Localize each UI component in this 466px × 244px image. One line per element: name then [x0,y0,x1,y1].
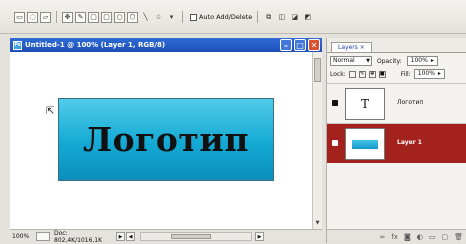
document-title: Untitled-1 @ 100% (Layer 1, RGB/8) [25,41,166,49]
chevron-down-icon: ▼ [366,58,370,64]
zoom-level[interactable]: 100% [10,233,36,240]
document-canvas[interactable]: ⇱ Логотип [10,52,312,229]
custom-shape-icon[interactable]: ☆ [153,12,164,23]
layer-thumbnail [345,128,385,160]
combine-icon[interactable]: ⧉ [263,12,274,23]
opacity-label: Opacity: [377,57,402,65]
vertical-scroll-thumb[interactable] [314,58,321,82]
zoom-field-icon[interactable] [36,232,50,241]
layer-mask-icon[interactable]: ◙ [404,233,411,241]
photoshop-doc-icon: Ps [13,40,22,50]
scroll-right-arrow-icon[interactable]: ▶ [255,232,264,241]
visibility-eye-icon[interactable] [332,100,338,106]
document-title-bar[interactable]: Ps Untitled-1 @ 100% (Layer 1, RGB/8) – … [10,38,322,52]
subtract-icon[interactable]: ◫ [276,12,287,23]
blend-mode-select[interactable]: Normal ▼ [330,56,372,66]
window-controls: – □ ✕ [280,39,320,51]
status-menu-arrow-icon[interactable]: ▶ [116,232,125,241]
delete-layer-icon[interactable]: 🗑 [454,233,463,241]
lock-position-icon[interactable]: ✥ [368,70,376,78]
layer-thumbnail: T [345,88,385,120]
layer-style-icon[interactable]: fx [391,233,398,241]
horizontal-scroll-thumb[interactable] [171,234,211,239]
vertical-scrollbar[interactable]: ▼ [312,52,322,229]
document-window: Ps Untitled-1 @ 100% (Layer 1, RGB/8) – … [10,38,322,244]
layer-row-layer-1[interactable]: Layer 1 [327,123,466,163]
layers-tab[interactable]: Layers × [331,42,372,52]
maximize-button[interactable]: □ [294,39,306,51]
toolbar-divider [56,11,57,23]
fill-field[interactable]: 100% ▸ [413,69,445,79]
auto-add-delete-label: Auto Add/Delete [199,13,253,21]
text-layer-icon: T [360,97,369,111]
move-icon[interactable]: ✥ [62,11,73,23]
layer-name[interactable]: Layer 1 [397,139,422,146]
horizontal-scrollbar[interactable] [140,232,252,241]
logo-text[interactable]: Логотип [83,120,249,159]
new-layer-icon[interactable]: ▢ [441,233,448,241]
polygon-icon[interactable]: ⬡ [127,11,138,23]
close-button[interactable]: ✕ [308,39,320,51]
opacity-field[interactable]: 100% ▸ [406,56,438,66]
scroll-down-arrow-icon[interactable]: ▼ [314,220,321,227]
lock-label: Lock: [330,70,346,78]
rect-select-icon[interactable]: ▭ [14,11,25,23]
arrow-right-icon: ▸ [430,57,434,64]
move-cursor-icon: ⇱ [46,106,55,117]
dropdown-arrow-icon[interactable]: ▾ [166,12,177,23]
minimize-button[interactable]: – [280,39,292,51]
blend-opacity-row: Normal ▼ Opacity: 100% ▸ [330,56,438,66]
visibility-eye-icon[interactable] [332,140,338,146]
exclude-icon[interactable]: ◩ [302,12,313,23]
layer-name[interactable]: Логотип [397,99,423,106]
new-group-icon[interactable]: ▭ [429,233,436,241]
link-layers-icon[interactable]: ∞ [380,233,386,241]
layers-panel-body: Normal ▼ Opacity: 100% ▸ Lock: ✎ ✥ ■ Fill… [327,52,466,243]
logo-shape[interactable]: Логотип [58,98,274,181]
elliptical-select-icon[interactable]: ◌ [27,11,38,23]
lock-transparent-icon[interactable] [348,70,356,78]
rectangle-shape-icon[interactable]: ▢ [88,11,99,23]
doc-size: Doc: 802,4K/1016,1K [54,229,103,244]
ellipse-shape-icon[interactable]: ○ [114,11,125,23]
layer-thumbnail-shape [352,139,378,149]
lock-all-icon[interactable]: ■ [378,70,386,78]
layers-panel-footer: ∞ fx ◙ ◐ ▭ ▢ 🗑 [327,229,466,243]
line-icon[interactable]: ╲ [140,12,151,23]
adjustment-layer-icon[interactable]: ◐ [417,233,423,241]
auto-add-delete-checkbox[interactable] [190,13,197,21]
tool-options: ▭ ◌ ▱ ✥ ✎ ▢ ▢ ○ ⬡ ╲ ☆ ▾ Auto Add/Delete … [14,11,313,23]
layer-row-text[interactable]: T Логотип [327,83,466,123]
fill-label: Fill: [400,70,411,78]
auto-add-delete-option[interactable]: Auto Add/Delete [190,13,252,21]
layers-panel: Layers × Normal ▼ Opacity: 100% ▸ Lock: ✎… [326,38,466,243]
scroll-left-arrow-icon[interactable]: ◀ [126,232,135,241]
options-bar: ▭ ◌ ▱ ✥ ✎ ▢ ▢ ○ ⬡ ╲ ☆ ▾ Auto Add/Delete … [0,0,466,34]
rounded-rect-icon[interactable]: ▢ [101,11,112,23]
toolbar-divider [257,11,259,23]
arrow-right-icon: ▸ [437,70,441,77]
document-status-bar: 100% Doc: 802,4K/1016,1K ▶ ◀ ▶ [10,229,322,244]
brush-icon[interactable]: ✎ [75,11,86,23]
toolbar-divider [182,11,183,23]
lasso-icon[interactable]: ▱ [40,11,51,23]
lock-fill-row: Lock: ✎ ✥ ■ Fill: 100% ▸ [330,69,445,79]
intersect-icon[interactable]: ◪ [289,12,300,23]
lock-image-icon[interactable]: ✎ [358,70,366,78]
